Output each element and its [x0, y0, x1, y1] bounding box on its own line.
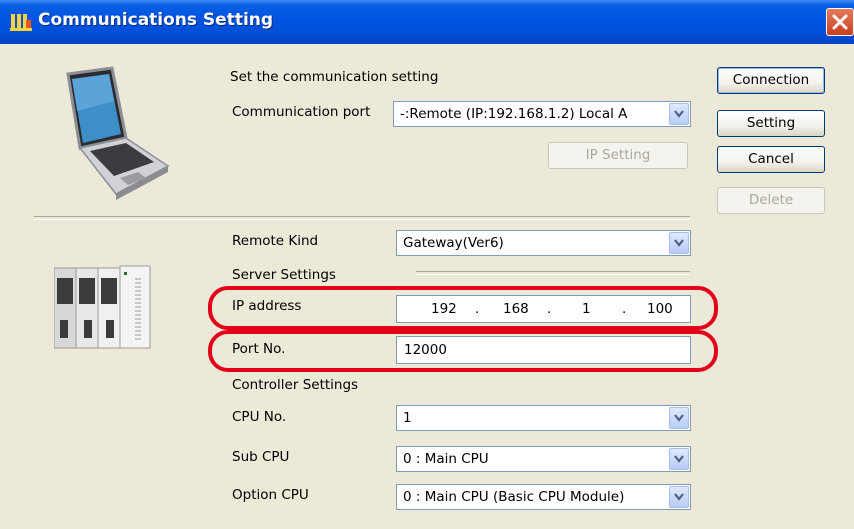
communication-port-value: -:Remote (IP:192.168.1.2) Local A	[400, 106, 628, 122]
window-title: Communications Setting	[38, 10, 274, 30]
laptop-icon	[66, 66, 170, 200]
server-settings-divider	[416, 271, 690, 275]
ip-address-highlight	[208, 286, 718, 330]
server-settings-heading: Server Settings	[232, 267, 336, 283]
connection-button[interactable]: Connection	[717, 67, 825, 94]
remote-kind-label: Remote Kind	[232, 233, 319, 249]
cpu-no-label: CPU No.	[232, 409, 287, 425]
communications-setting-window: Communications Setting Set the communica…	[0, 0, 854, 529]
plc-modules-icon	[54, 265, 151, 349]
communication-port-label: Communication port	[232, 104, 371, 120]
dropdown-arrow-icon[interactable]	[669, 407, 689, 429]
dropdown-arrow-icon[interactable]	[669, 103, 689, 125]
option-cpu-label: Option CPU	[232, 487, 309, 503]
sub-cpu-value: 0 : Main CPU	[403, 451, 489, 467]
option-cpu-select[interactable]: 0 : Main CPU (Basic CPU Module)	[396, 484, 691, 510]
cpu-no-select[interactable]: 1	[396, 405, 691, 431]
setting-button[interactable]: Setting	[717, 110, 825, 137]
option-cpu-value: 0 : Main CPU (Basic CPU Module)	[403, 489, 625, 505]
cpu-no-value: 1	[403, 410, 412, 426]
dialog-client-area: Set the communication setting Communicat…	[4, 44, 854, 529]
dropdown-arrow-icon[interactable]	[669, 486, 689, 508]
close-button[interactable]	[826, 8, 854, 36]
controller-settings-heading: Controller Settings	[232, 377, 359, 393]
ip-setting-button[interactable]: IP Setting	[548, 142, 688, 169]
communication-port-select[interactable]: -:Remote (IP:192.168.1.2) Local A	[393, 101, 691, 127]
sub-cpu-label: Sub CPU	[232, 449, 290, 465]
close-icon	[832, 14, 848, 30]
sub-cpu-select[interactable]: 0 : Main CPU	[396, 446, 691, 472]
comm-heading: Set the communication setting	[230, 69, 439, 85]
cancel-button[interactable]: Cancel	[717, 146, 825, 173]
remote-kind-value: Gateway(Ver6)	[403, 235, 504, 251]
delete-button[interactable]: Delete	[717, 187, 825, 214]
title-bar[interactable]: Communications Setting	[0, 0, 854, 44]
port-no-highlight	[208, 330, 718, 372]
app-icon	[10, 14, 32, 31]
remote-kind-select[interactable]: Gateway(Ver6)	[396, 230, 691, 256]
dropdown-arrow-icon[interactable]	[669, 448, 689, 470]
dropdown-arrow-icon[interactable]	[669, 232, 689, 254]
section-divider	[34, 216, 690, 220]
